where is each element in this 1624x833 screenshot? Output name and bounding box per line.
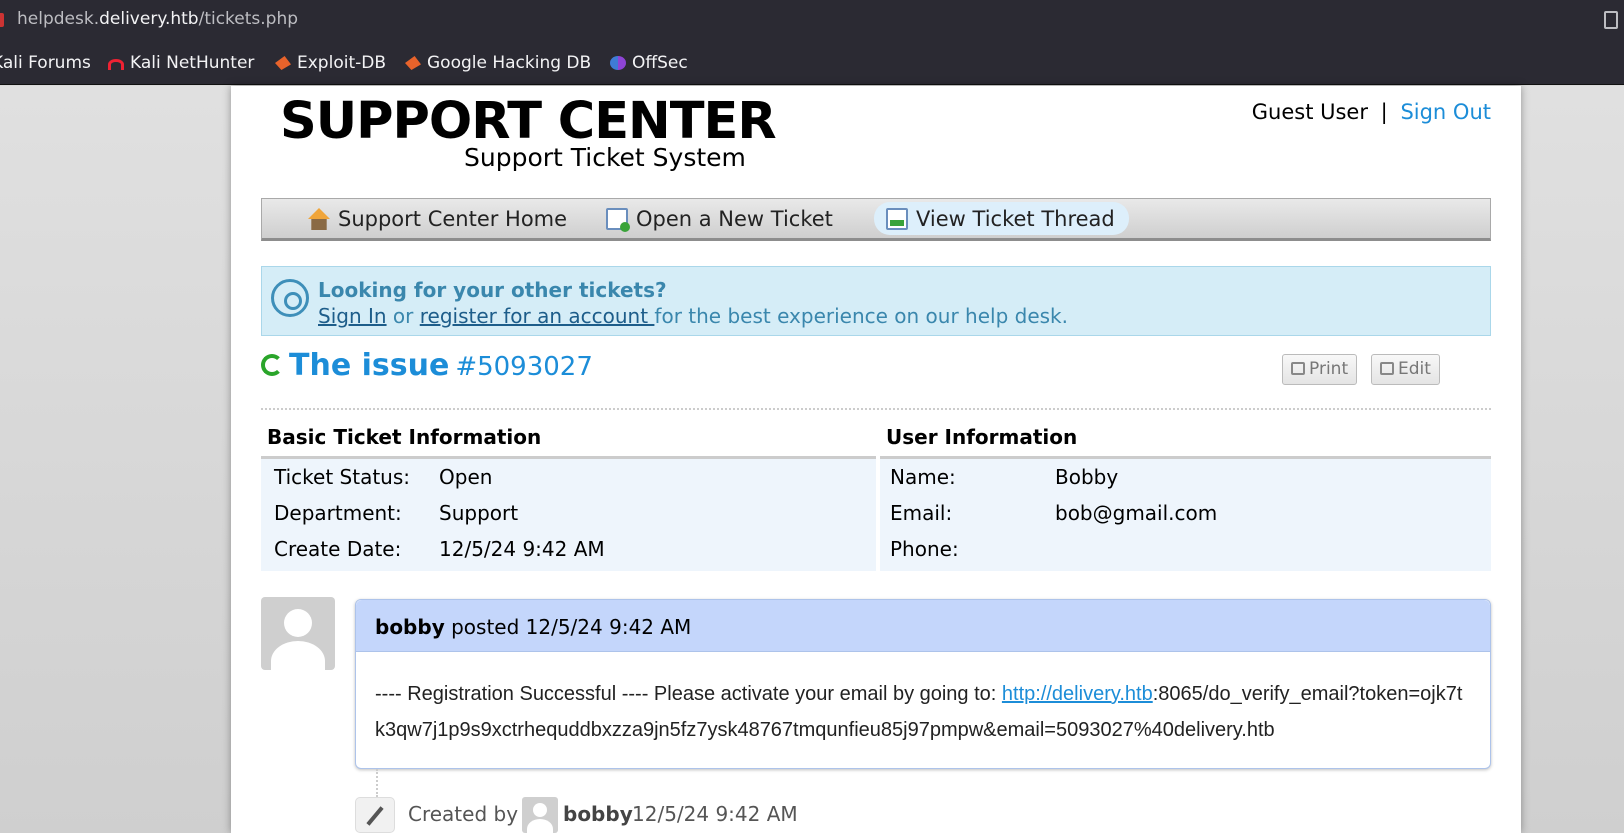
main-nav: Support Center Home Open a New Ticket Vi…	[261, 198, 1491, 241]
notice-or: or	[386, 304, 420, 328]
url-prefix: helpdesk.	[17, 9, 100, 29]
user-separator: |	[1380, 100, 1388, 124]
user-info-title: User Information	[880, 419, 1491, 459]
nav-label: View Ticket Thread	[916, 207, 1115, 231]
info-value: Open	[439, 465, 493, 489]
support-container: SUPPORT CENTER Support Ticket System Gue…	[231, 86, 1521, 833]
info-label: Phone:	[890, 537, 959, 561]
info-label: Department:	[274, 501, 402, 525]
message-posted: posted 12/5/24 9:42 AM	[444, 615, 692, 639]
nethunter-icon	[108, 59, 124, 70]
home-icon	[308, 208, 330, 230]
new-ticket-icon	[606, 208, 630, 232]
guest-user-label: Guest User	[1251, 100, 1368, 124]
info-value: Support	[439, 501, 519, 525]
message-body: ---- Registration Successful ---- Please…	[356, 652, 1490, 748]
offsec-icon	[610, 56, 626, 70]
magic-wand-icon	[355, 797, 395, 833]
bookmark-label: Kali NetHunter	[130, 53, 255, 73]
browser-url-bar[interactable]: helpdesk.delivery.htb/tickets.php	[0, 0, 1624, 40]
sign-out-link[interactable]: Sign Out	[1400, 100, 1491, 124]
ticket-subject[interactable]: The issue	[289, 348, 449, 383]
info-label: Name:	[890, 465, 956, 489]
nav-label: Support Center Home	[338, 207, 568, 231]
event-label: Created by	[408, 802, 519, 826]
nav-support-center-home[interactable]: Support Center Home	[296, 202, 581, 235]
info-row-create-date: Create Date: 12/5/24 9:42 AM	[261, 533, 876, 569]
event-avatar	[522, 797, 558, 833]
bookmark-exploit-db[interactable]: Exploit-DB	[275, 53, 386, 73]
info-label: Create Date:	[274, 537, 402, 561]
url-host: delivery.htb	[99, 9, 199, 29]
ticket-heading: The issue #5093027	[261, 348, 593, 383]
info-label: Ticket Status:	[274, 465, 410, 489]
print-label: Print	[1309, 359, 1349, 379]
bookmark-offsec[interactable]: OffSec	[610, 53, 688, 73]
page-background: SUPPORT CENTER Support Ticket System Gue…	[0, 86, 1624, 833]
user-info: User Information Name: Bobby Email: bob@gm…	[880, 419, 1491, 571]
message-author: bobby	[375, 615, 445, 639]
print-icon	[1291, 362, 1305, 375]
bookmarks-toolbar: Kali Forums Kali NetHunter Exploit-DB Go…	[0, 40, 1624, 85]
url-path: /tickets.php	[198, 9, 299, 29]
exploit-db-icon	[275, 56, 291, 70]
notice-body: Sign In or register for an account for t…	[318, 304, 1068, 328]
reader-view-icon[interactable]	[1604, 11, 1618, 29]
info-row-phone: Phone:	[880, 533, 1491, 569]
info-notice: Looking for your other tickets? Sign In …	[261, 266, 1491, 336]
bookmark-label: Google Hacking DB	[427, 53, 592, 73]
info-value: Bobby	[1055, 465, 1119, 489]
edit-button[interactable]: Edit	[1371, 354, 1440, 385]
edit-label: Edit	[1398, 359, 1431, 379]
url-text[interactable]: helpdesk.delivery.htb/tickets.php	[17, 9, 298, 29]
event-time: 12/5/24 9:42 AM	[632, 802, 798, 826]
basic-info-rows: Ticket Status: Open Department: Support Cr…	[261, 459, 876, 571]
message-header: bobby posted 12/5/24 9:42 AM	[356, 600, 1490, 652]
bookmark-kali-nethunter[interactable]: Kali NetHunter	[108, 53, 254, 73]
notice-tail: for the best experience on our help desk…	[654, 304, 1068, 328]
bookmark-label: OffSec	[632, 53, 688, 73]
ticket-thread-icon	[886, 208, 908, 230]
info-row-email: Email: bob@gmail.com	[880, 497, 1491, 533]
avatar-head	[284, 609, 312, 637]
message-link[interactable]: http://delivery.htb	[1002, 683, 1153, 705]
basic-ticket-info: Basic Ticket Information Ticket Status: O…	[261, 419, 876, 571]
compass-icon	[271, 279, 309, 317]
avatar-body	[271, 641, 325, 670]
ghdb-icon	[405, 56, 421, 70]
print-button[interactable]: Print	[1282, 354, 1358, 385]
edit-icon	[1380, 362, 1394, 375]
thread-message: bobby posted 12/5/24 9:42 AM ---- Regist…	[355, 599, 1491, 769]
site-identity-icon[interactable]	[0, 13, 4, 27]
bookmark-google-hacking-db[interactable]: Google Hacking DB	[405, 53, 591, 73]
user-info-rows: Name: Bobby Email: bob@gmail.com Phone:	[880, 459, 1491, 571]
basic-info-title: Basic Ticket Information	[261, 419, 876, 459]
ticket-number: #5093027	[455, 352, 593, 382]
message-text: ---- Registration Successful ---- Please…	[375, 683, 1002, 705]
refresh-icon[interactable]	[261, 354, 283, 376]
nav-open-new-ticket[interactable]: Open a New Ticket	[594, 202, 847, 235]
nav-label: Open a New Ticket	[636, 207, 833, 231]
register-link[interactable]: register for an account	[420, 304, 655, 328]
sign-in-link[interactable]: Sign In	[318, 304, 387, 328]
notice-heading: Looking for your other tickets?	[318, 278, 667, 302]
bookmark-kali-forums[interactable]: Kali Forums	[0, 53, 91, 73]
info-row-name: Name: Bobby	[880, 461, 1491, 497]
info-row-department: Department: Support	[261, 497, 876, 533]
info-value: 12/5/24 9:42 AM	[439, 537, 605, 561]
bookmark-label: Exploit-DB	[297, 53, 386, 73]
thread-connector	[376, 769, 378, 797]
user-bar: Guest User | Sign Out	[1252, 100, 1491, 124]
event-author: bobby	[563, 802, 633, 826]
info-row-status: Ticket Status: Open	[261, 461, 876, 497]
heading-divider	[261, 408, 1491, 410]
logo-subtitle: Support Ticket System	[464, 143, 746, 172]
info-value: bob@gmail.com	[1055, 501, 1218, 525]
avatar	[261, 597, 335, 670]
info-label: Email:	[890, 501, 953, 525]
bookmark-label: Kali Forums	[0, 53, 91, 73]
nav-view-ticket-thread[interactable]: View Ticket Thread	[874, 202, 1129, 235]
